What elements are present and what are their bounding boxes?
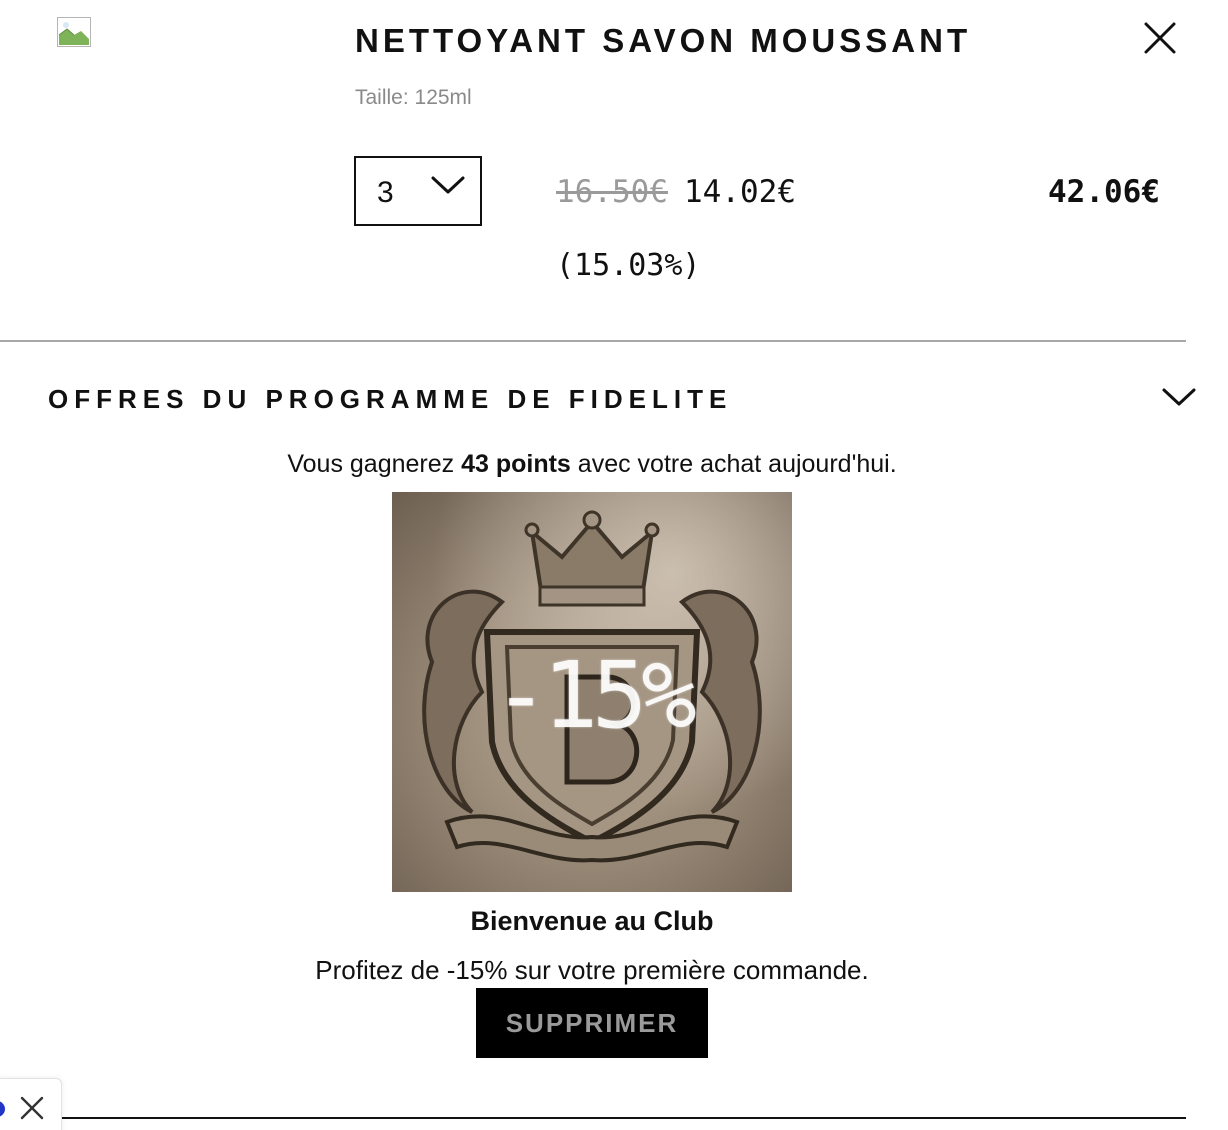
points-prefix: Vous gagnerez bbox=[287, 450, 462, 478]
points-amount: 43 points bbox=[461, 450, 571, 478]
remove-offer-button[interactable]: SUPPRIMER bbox=[476, 988, 708, 1058]
points-earned-text: Vous gagnerez 43 points avec votre achat… bbox=[0, 450, 1184, 479]
quantity-select[interactable]: 3 bbox=[354, 156, 482, 226]
close-icon[interactable] bbox=[19, 1095, 45, 1121]
discounted-price: 14.02€ bbox=[684, 174, 796, 210]
offer-description: Profitez de -15% sur votre première comm… bbox=[315, 955, 869, 985]
product-size: Taille: 125ml bbox=[355, 86, 472, 109]
product-title: NETTOYANT SAVON MOUSSANT bbox=[355, 22, 972, 59]
discount-percent: (15.03%) bbox=[556, 248, 701, 283]
chevron-down-icon[interactable] bbox=[1160, 380, 1198, 414]
floating-widget bbox=[0, 1078, 62, 1130]
section-divider bbox=[0, 340, 1186, 342]
broken-image-icon bbox=[57, 17, 91, 47]
close-button[interactable] bbox=[1140, 18, 1180, 58]
club-crest-image: -15% bbox=[392, 492, 792, 892]
offer-title: Bienvenue au Club bbox=[470, 906, 714, 936]
quantity-value: 3 bbox=[377, 176, 394, 209]
original-price: 16.50€ bbox=[556, 174, 668, 210]
close-icon[interactable] bbox=[1140, 18, 1180, 58]
club-discount-badge: -15% bbox=[493, 642, 697, 749]
loyalty-section-title[interactable]: OFFRES DU PROGRAMME DE FIDELITE bbox=[48, 384, 732, 415]
line-total: 42.06€ bbox=[1048, 174, 1160, 210]
section-divider bbox=[62, 1117, 1186, 1119]
loyalty-section-toggle[interactable] bbox=[1160, 380, 1198, 414]
points-suffix: avec votre achat aujourd'hui. bbox=[570, 450, 897, 478]
widget-indicator bbox=[0, 1101, 5, 1117]
chevron-down-icon bbox=[431, 176, 465, 194]
